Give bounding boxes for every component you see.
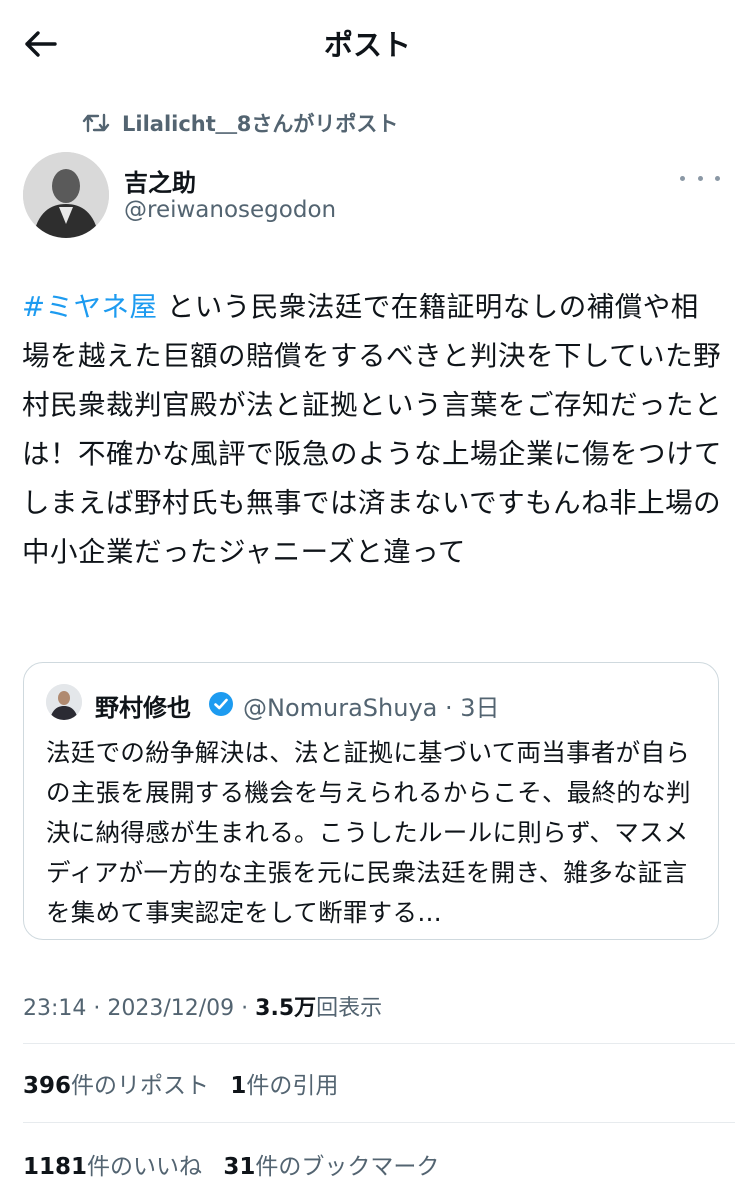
avatar[interactable] bbox=[23, 152, 109, 238]
reposts-count: 396 bbox=[23, 1073, 72, 1099]
view-label: 回表示 bbox=[316, 996, 383, 1021]
hashtag-link[interactable]: #ミヤネ屋 bbox=[22, 291, 158, 323]
stats-row-reposts: 396件のリポスト 1件の引用 bbox=[23, 1066, 352, 1100]
bookmarks-label: 件のブックマーク bbox=[255, 1154, 440, 1180]
quoted-post[interactable]: 野村修也 @NomuraShuya · 3日 法廷での紛争解決は、法と証拠に基づ… bbox=[23, 662, 719, 940]
view-count: 3.5万 bbox=[255, 996, 317, 1021]
author-handle[interactable]: @reiwanosegodon bbox=[124, 197, 336, 223]
reposts-stat[interactable]: 396件のリポスト bbox=[23, 1073, 209, 1099]
top-bar: ポスト bbox=[0, 0, 735, 86]
quotes-count: 1 bbox=[230, 1073, 247, 1099]
likes-stat[interactable]: 1181件のいいね bbox=[23, 1154, 202, 1180]
quotes-label: 件の引用 bbox=[246, 1073, 339, 1099]
quote-text: 法廷での紛争解決は、法と証拠に基づいて両当事者が自らの主張を展開する機会を与えら… bbox=[46, 738, 691, 927]
post-timestamp[interactable]: 23:14 · 2023/12/09 · bbox=[23, 996, 255, 1021]
post-body: という民衆法廷で在籍証明なしの補償や相場を越えた巨額の賠償をするべきと判決を下し… bbox=[22, 291, 722, 568]
bookmarks-count: 31 bbox=[223, 1154, 256, 1180]
repost-text: Lilalicht＿8さんがリポスト bbox=[122, 112, 399, 136]
stats-row-likes: 1181件のいいね 31件のブックマーク bbox=[23, 1147, 453, 1181]
quote-avatar-icon bbox=[46, 684, 82, 720]
repost-indicator[interactable]: Lilalicht＿8さんがリポスト bbox=[82, 108, 398, 138]
bookmarks-stat[interactable]: 31件のブックマーク bbox=[223, 1154, 439, 1180]
post-meta: 23:14 · 2023/12/09 · 3.5万回表示 bbox=[23, 990, 382, 1022]
author-avatar-icon bbox=[23, 152, 109, 238]
reposts-label: 件のリポスト bbox=[71, 1073, 210, 1099]
divider bbox=[23, 1043, 735, 1044]
quote-author-name: 野村修也 bbox=[95, 694, 191, 722]
divider bbox=[23, 1122, 735, 1123]
quotes-stat[interactable]: 1件の引用 bbox=[230, 1073, 338, 1099]
post-text: #ミヤネ屋 という民衆法廷で在籍証明なしの補償や相場を越えた巨額の賠償をするべき… bbox=[22, 283, 722, 577]
likes-label: 件のいいね bbox=[87, 1154, 203, 1180]
more-dot-icon bbox=[715, 175, 720, 181]
page-title: ポスト bbox=[323, 28, 411, 62]
more-dot-icon bbox=[697, 175, 703, 181]
verified-badge-icon bbox=[209, 692, 233, 716]
repost-icon bbox=[82, 113, 110, 133]
author-name[interactable]: 吉之助 bbox=[124, 163, 196, 198]
more-options-button[interactable] bbox=[680, 166, 720, 190]
more-dot-icon bbox=[680, 175, 685, 181]
quote-author-handle: @NomuraShuya · 3日 bbox=[243, 694, 500, 722]
likes-count: 1181 bbox=[23, 1154, 88, 1180]
quote-avatar bbox=[46, 684, 82, 720]
